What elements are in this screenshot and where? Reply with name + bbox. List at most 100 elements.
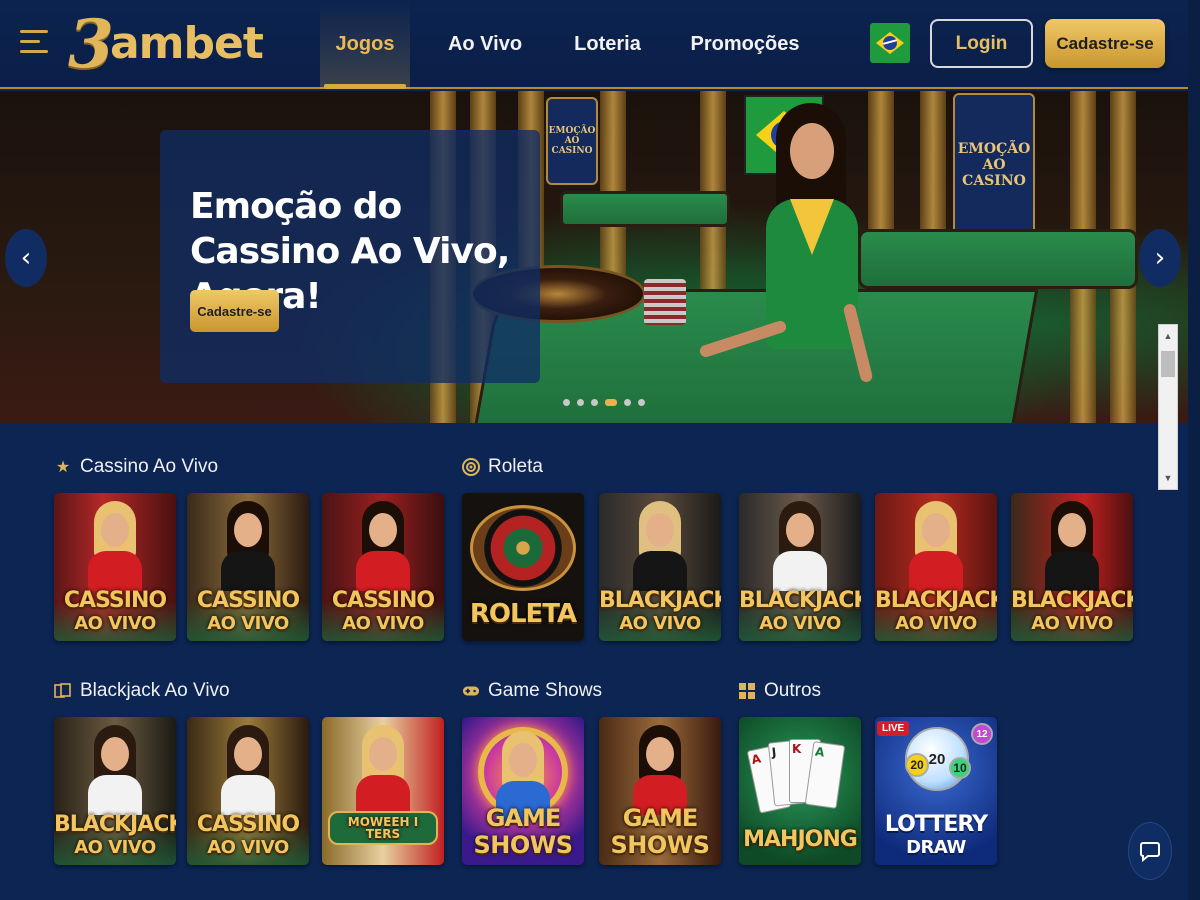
game-tile-lottery-draw[interactable]: LIVE 20 20 10 12 LOTTERY DRAW xyxy=(875,717,997,865)
tile-label-line2: SHOWS xyxy=(473,831,573,859)
tile-label-line2: DRAW xyxy=(906,837,966,858)
page-edge xyxy=(1188,0,1200,900)
roulette-icon xyxy=(462,458,480,476)
section-roleta: Roleta xyxy=(462,456,543,478)
nav-ao-vivo[interactable]: Ao Vivo xyxy=(410,0,560,89)
tile-label-line1: CASSINO xyxy=(331,588,435,613)
scroll-thumb[interactable] xyxy=(1161,351,1175,377)
tile-label-line2: AO VIVO xyxy=(895,613,977,634)
carousel-dot[interactable] xyxy=(577,399,584,406)
nav-jogos[interactable]: Jogos xyxy=(320,0,410,89)
tile-label-line1: CASSINO xyxy=(196,812,300,837)
tile-label-line1: BLACKJACK xyxy=(875,588,997,613)
game-tile-cassino-ao-vivo[interactable]: CASSINO AO VIVO xyxy=(54,493,176,641)
hero-banner: EMOÇÃO AO CASINO EMOÇÃO AO CASINO Emoção… xyxy=(0,91,1188,423)
section-title-text: Roleta xyxy=(488,456,543,477)
section-title-text: Cassino Ao Vivo xyxy=(80,456,219,477)
section-cassino-ao-vivo: ★ Cassino Ao Vivo xyxy=(54,456,218,478)
game-tile-blackjack-ao-vivo[interactable]: BLACKJACK AO VIVO xyxy=(599,493,721,641)
game-tile-roleta[interactable]: ROLETA xyxy=(462,493,584,641)
lottery-ball-icon: 20 xyxy=(905,753,929,777)
carousel-dot[interactable] xyxy=(591,399,598,406)
section-title-text: Blackjack Ao Vivo xyxy=(80,680,230,701)
tile-label-line2: AO VIVO xyxy=(74,837,156,858)
tile-label-line1: BLACKJACK xyxy=(54,812,176,837)
gamepad-icon xyxy=(462,682,480,700)
logo-wordmark: ambet xyxy=(109,18,264,69)
scroll-up-icon[interactable]: ▲ xyxy=(1159,327,1177,345)
top-header: 3 ambet Jogos Ao Vivo Loteria Promoções … xyxy=(0,0,1200,89)
casino-sign-small: EMOÇÃO AO CASINO xyxy=(546,97,598,185)
hero-promo-card: Emoção do Cassino Ao Vivo, Agora! Cadast… xyxy=(160,130,540,383)
tile-label-line1: BLACKJACK xyxy=(599,588,721,613)
logo-number: 3 xyxy=(68,5,114,83)
game-tile-blackjack-ao-vivo[interactable]: BLACKJACK AO VIVO xyxy=(54,717,176,865)
chat-support-icon[interactable] xyxy=(1128,822,1172,880)
grid-icon xyxy=(738,682,756,700)
game-tile-cassino-ao-vivo[interactable]: CASSINO AO VIVO xyxy=(322,493,444,641)
tile-label-line1: GAME xyxy=(622,804,699,832)
casino-table xyxy=(858,229,1138,289)
section-game-shows: Game Shows xyxy=(462,680,602,702)
game-tile-monopoly[interactable]: MOWEEH I TERS xyxy=(322,717,444,865)
tile-label-line2: AO VIVO xyxy=(619,613,701,634)
dealer-figure xyxy=(698,103,888,423)
tile-label-line2: AO VIVO xyxy=(207,837,289,858)
tile-label-line1: BLACKJACK xyxy=(739,588,861,613)
tile-label-line1: BLACKJACK xyxy=(1011,588,1133,613)
lottery-ball-icon: 12 xyxy=(971,723,993,745)
carousel-next-icon[interactable]: › xyxy=(1139,229,1181,287)
inner-scrollbar[interactable]: ▲ ▼ xyxy=(1158,324,1178,490)
hero-signup-button[interactable]: Cadastre-se xyxy=(190,290,279,332)
carousel-prev-icon[interactable]: ‹ xyxy=(5,229,47,287)
game-tile-blackjack-ao-vivo[interactable]: BLACKJACK AO VIVO xyxy=(875,493,997,641)
game-tile-blackjack-ao-vivo[interactable]: BLACKJACK AO VIVO xyxy=(739,493,861,641)
casino-sign: EMOÇÃO AO CASINO xyxy=(953,93,1035,237)
tile-label-line2: AO VIVO xyxy=(759,613,841,634)
live-badge: LIVE xyxy=(877,721,910,736)
game-tile-game-shows[interactable]: GAME SHOWS xyxy=(462,717,584,865)
brazil-flag-icon[interactable] xyxy=(870,23,910,63)
section-blackjack-ao-vivo: Blackjack Ao Vivo xyxy=(54,680,230,702)
game-tile-blackjack-ao-vivo[interactable]: BLACKJACK AO VIVO xyxy=(1011,493,1133,641)
main-nav: Jogos Ao Vivo Loteria Promoções xyxy=(320,0,835,89)
tile-label-line1: GAME xyxy=(485,804,562,832)
section-outros: Outros xyxy=(738,680,821,702)
roulette-wheel-icon xyxy=(470,505,576,591)
carousel-dot-active[interactable] xyxy=(605,399,617,406)
tile-label-line1: CASSINO xyxy=(196,588,300,613)
tile-label-line1: ROLETA xyxy=(469,599,577,629)
chip-stack-icon xyxy=(644,279,686,325)
section-title-text: Outros xyxy=(764,680,822,701)
star-icon: ★ xyxy=(55,459,71,476)
scroll-down-icon[interactable]: ▼ xyxy=(1159,469,1177,487)
playing-cards-icon: A J K A xyxy=(746,737,847,817)
tile-label-line2: AO VIVO xyxy=(74,613,156,634)
game-tile-cassino-ao-vivo[interactable]: CASSINO AO VIVO xyxy=(187,493,309,641)
signup-button[interactable]: Cadastre-se xyxy=(1045,19,1165,68)
lottery-ball-icon: 10 xyxy=(949,757,971,779)
nav-loteria[interactable]: Loteria xyxy=(560,0,655,89)
game-tile-cassino-ao-vivo[interactable]: CASSINO AO VIVO xyxy=(187,717,309,865)
tile-label-line1: MAHJONG xyxy=(743,827,858,852)
login-button[interactable]: Login xyxy=(930,19,1033,68)
carousel-dot[interactable] xyxy=(624,399,631,406)
hamburger-menu-icon[interactable] xyxy=(20,30,48,56)
carousel-dot[interactable] xyxy=(638,399,645,406)
brand-logo[interactable]: 3 ambet xyxy=(68,5,264,83)
tile-label-line1: MOWEEH I TERS xyxy=(328,811,438,845)
tile-label-line1: CASSINO xyxy=(63,588,167,613)
section-title-text: Game Shows xyxy=(488,680,603,701)
tile-label-line2: AO VIVO xyxy=(342,613,424,634)
carousel-dots xyxy=(563,399,645,406)
game-tile-mahjong[interactable]: A J K A MAHJONG xyxy=(739,717,861,865)
casino-table xyxy=(560,191,730,227)
game-tile-game-shows[interactable]: GAME SHOWS xyxy=(599,717,721,865)
carousel-dot[interactable] xyxy=(563,399,570,406)
tile-label-line2: SHOWS xyxy=(610,831,710,859)
tile-label-line2: AO VIVO xyxy=(1031,613,1113,634)
tile-label-line2: AO VIVO xyxy=(207,613,289,634)
nav-promocoes[interactable]: Promoções xyxy=(655,0,835,89)
tile-label-line1: LOTTERY xyxy=(884,812,988,837)
cards-icon xyxy=(54,682,72,700)
